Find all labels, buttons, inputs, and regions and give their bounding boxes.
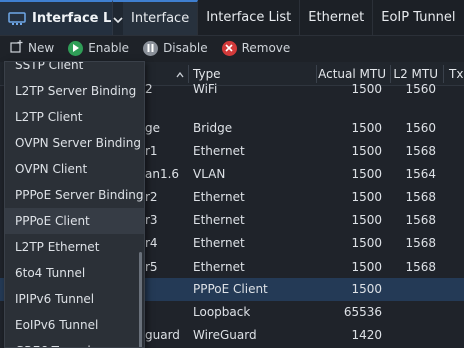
cell-actual-mtu: 1500 <box>351 282 382 296</box>
cell-type: WireGuard <box>193 328 257 342</box>
cell-actual-mtu: 1500 <box>351 82 382 96</box>
cell-l2-mtu: 1560 <box>405 121 436 135</box>
cell-name: an1.6 <box>145 167 180 181</box>
window-menu-button[interactable] <box>112 0 123 35</box>
cell-actual-mtu: 1500 <box>351 167 382 181</box>
menu-item-l2tp-client[interactable]: L2TP Client <box>5 104 144 130</box>
cell-actual-mtu: 1500 <box>351 213 382 227</box>
cell-actual-mtu: 1500 <box>351 121 382 135</box>
new-item-icon <box>10 40 23 56</box>
cell-name: r2 <box>145 190 158 204</box>
cell-l2-mtu: 1568 <box>405 144 436 158</box>
tab-eoip-tunnel[interactable]: EoIP Tunnel <box>373 0 464 35</box>
cell-type: WiFi <box>193 82 218 96</box>
cell-actual-mtu: 1500 <box>351 190 382 204</box>
new-button[interactable]: New <box>10 40 54 56</box>
cell-name: ge <box>145 121 160 135</box>
tab-ethernet[interactable]: Ethernet <box>300 0 374 35</box>
enable-button[interactable]: Enable <box>68 40 130 56</box>
menu-item-ovpn-server-binding[interactable]: OVPN Server Binding <box>5 130 144 156</box>
cell-name: r3 <box>145 213 158 227</box>
menu-item-sstp-client[interactable]: SSTP Client <box>5 62 144 78</box>
cell-actual-mtu: 1500 <box>351 260 382 274</box>
interface-list-icon <box>8 11 26 26</box>
cell-l2-mtu <box>392 324 436 347</box>
cell-actual-mtu: 1420 <box>351 328 382 342</box>
disable-button[interactable]: Disable <box>143 40 208 56</box>
cell-type: Ethernet <box>193 236 245 250</box>
cell-type: Ethernet <box>193 213 245 227</box>
cell-l2-mtu: 1568 <box>405 260 436 274</box>
remove-label: Remove <box>241 41 291 55</box>
menu-item-ovpn-client[interactable]: OVPN Client <box>5 156 144 182</box>
cell-l2-mtu: 1560 <box>405 82 436 96</box>
new-label: New <box>28 41 55 55</box>
cell-name: r5 <box>145 260 158 274</box>
menu-item-pppoe-server-binding[interactable]: PPPoE Server Binding <box>5 182 144 208</box>
cell-l2-mtu: 1568 <box>405 213 436 227</box>
chevron-down-icon <box>113 9 123 28</box>
disable-label: Disable <box>163 41 208 55</box>
cell-type: Loopback <box>193 305 251 319</box>
menu-item-6to4-tunnel[interactable]: 6to4 Tunnel <box>5 260 144 286</box>
cell-l2-mtu: 1568 <box>405 190 436 204</box>
new-interface-menu: SSTP Client L2TP Server Binding L2TP Cli… <box>4 61 145 348</box>
menu-item-pppoe-client[interactable]: PPPoE Client <box>5 208 144 234</box>
cell-type: VLAN <box>193 167 226 181</box>
menu-item-eoipv6-tunnel[interactable]: EoIPv6 Tunnel <box>5 312 144 338</box>
cell-l2-mtu: 1564 <box>405 167 436 181</box>
tab-interface-list[interactable]: Interface List <box>198 0 301 35</box>
cell-type: Ethernet <box>193 144 245 158</box>
cell-actual-mtu: 1500 <box>351 236 382 250</box>
menu-item-ipipv6-tunnel[interactable]: IPIPv6 Tunnel <box>5 286 144 312</box>
toolbar: New Enable Disable Remove <box>0 36 464 60</box>
cell-type: Bridge <box>193 121 233 135</box>
play-icon <box>68 40 84 56</box>
menu-scrollbar[interactable] <box>139 252 142 347</box>
cell-name: r4 <box>145 236 158 250</box>
pause-icon <box>143 40 159 56</box>
cell-l2-mtu <box>392 301 436 324</box>
cell-type: PPPoE Client <box>193 282 268 296</box>
x-icon <box>221 40 237 56</box>
interface-list-window: Interface List Interface Interface List … <box>0 0 464 348</box>
enable-label: Enable <box>88 41 130 55</box>
cell-l2-mtu <box>392 278 436 301</box>
menu-item-l2tp-ethernet[interactable]: L2TP Ethernet <box>5 234 144 260</box>
cell-type: Ethernet <box>193 190 245 204</box>
cell-l2-mtu: 1568 <box>405 236 436 250</box>
cell-actual-mtu: 1500 <box>351 144 382 158</box>
menu-item-gre6-tunnel[interactable]: GRE6 Tunnel <box>5 338 144 347</box>
cell-type: Ethernet <box>193 260 245 274</box>
menu-item-l2tp-server-binding[interactable]: L2TP Server Binding <box>5 78 144 104</box>
cell-name: r1 <box>145 144 158 158</box>
cell-name: 2 <box>145 82 153 96</box>
tab-interface[interactable]: Interface <box>123 0 199 35</box>
cell-name: guard <box>145 328 180 342</box>
window-title-block[interactable]: Interface List <box>0 0 130 35</box>
tab-bar: Interface List Interface Interface List … <box>0 0 464 36</box>
cell-actual-mtu: 65536 <box>343 305 382 319</box>
remove-button[interactable]: Remove <box>221 40 291 56</box>
